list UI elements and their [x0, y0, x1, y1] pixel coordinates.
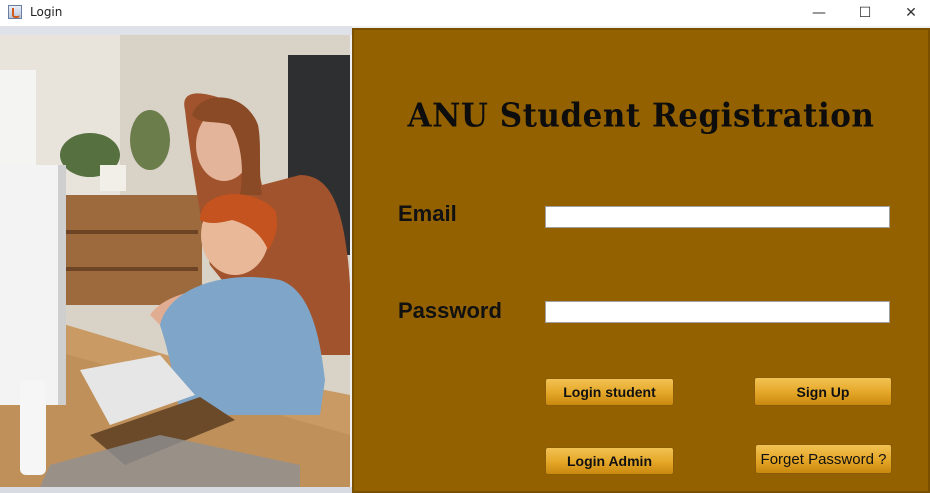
email-field[interactable]: [545, 206, 890, 228]
photo-bottom-border: [0, 487, 352, 493]
forget-password-button[interactable]: Forget Password ?: [755, 444, 892, 474]
classroom-photo: [0, 35, 350, 487]
window-titlebar: Login — ☐ ✕: [0, 0, 930, 26]
photo-top-border: [0, 26, 352, 35]
page-title: ANU Student Registration: [407, 97, 875, 135]
login-admin-button[interactable]: Login Admin: [545, 447, 674, 475]
login-panel: ANU Student Registration Email Password …: [352, 28, 930, 493]
sign-up-button[interactable]: Sign Up: [754, 377, 892, 406]
login-student-button[interactable]: Login student: [545, 378, 674, 406]
password-field[interactable]: [545, 301, 890, 323]
window-title: Login: [30, 5, 63, 19]
maximize-button[interactable]: ☐: [842, 0, 888, 26]
email-label: Email: [398, 201, 457, 226]
minimize-button[interactable]: —: [796, 0, 842, 26]
java-app-icon: [8, 5, 22, 19]
password-label: Password: [398, 298, 502, 323]
close-button[interactable]: ✕: [888, 0, 930, 26]
